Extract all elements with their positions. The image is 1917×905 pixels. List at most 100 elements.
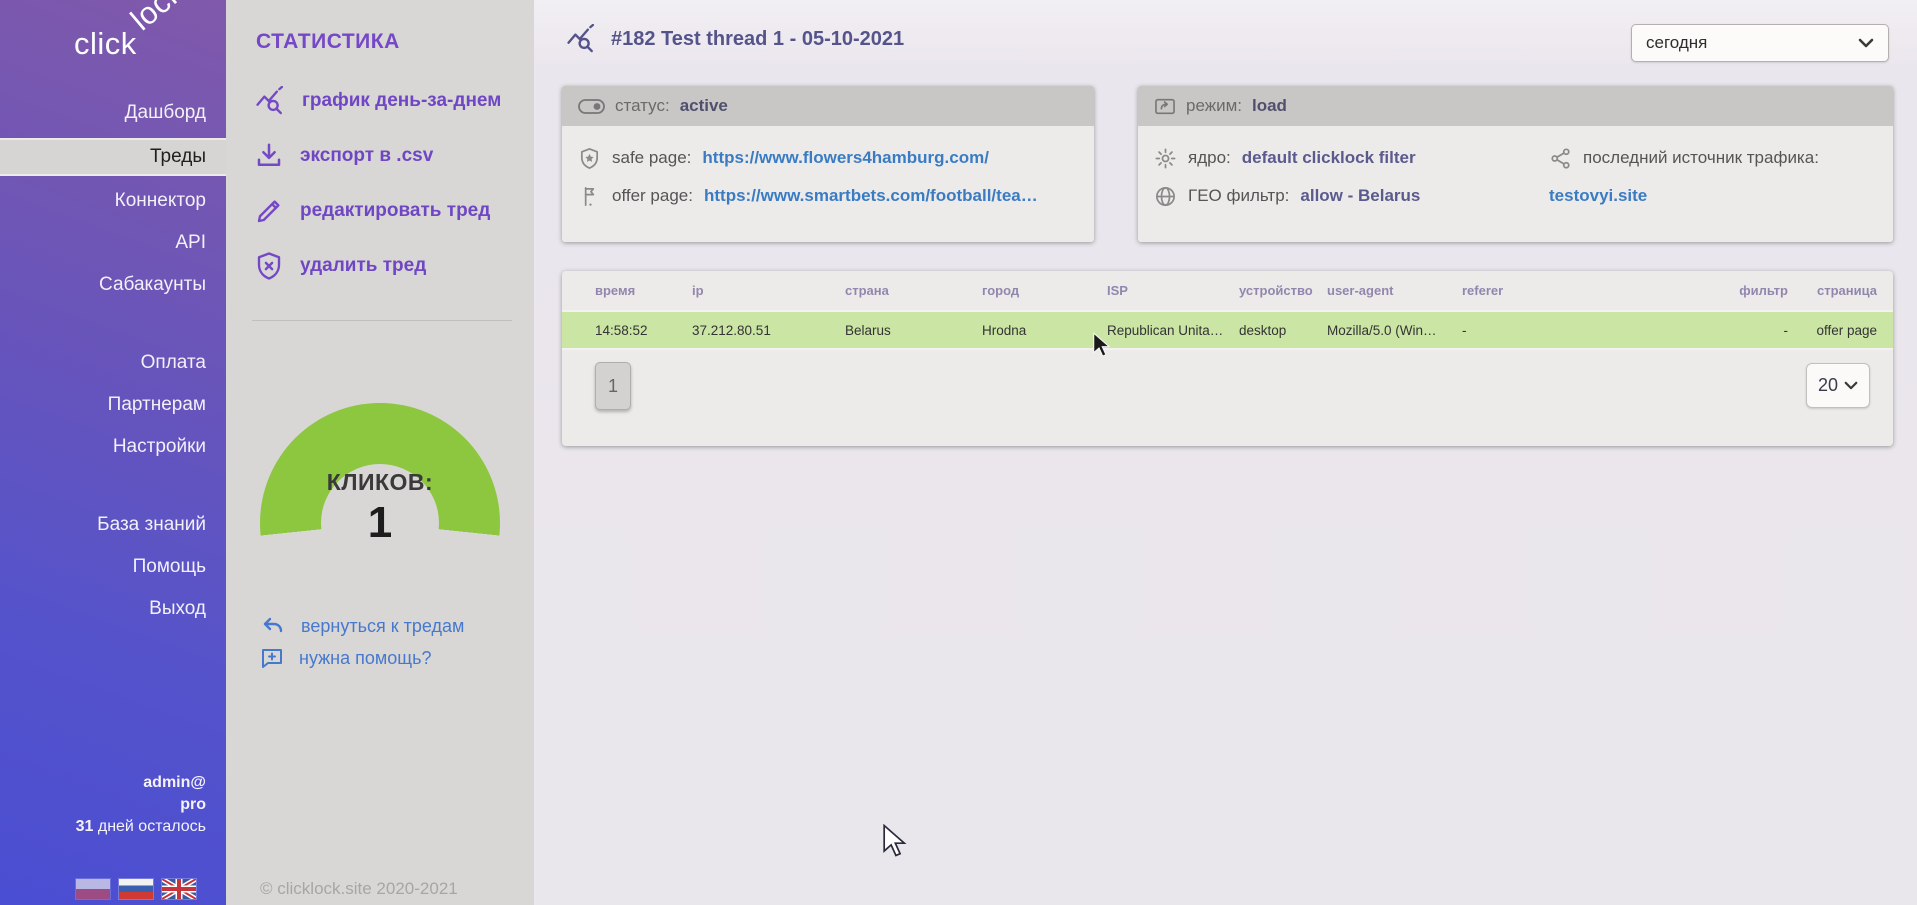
sidebar-item-subaccounts[interactable]: Сабакаунты: [0, 268, 226, 302]
menu-item-export-csv[interactable]: экспорт в .csv: [254, 139, 534, 173]
status-panel-header: статус: active: [562, 86, 1094, 126]
logo-part-click: click: [74, 26, 137, 62]
column-header-country: страна: [845, 271, 982, 311]
column-header-referer: referer: [1462, 271, 1704, 311]
sidebar-item-threads[interactable]: Треды: [0, 138, 226, 176]
mode-value: load: [1252, 96, 1287, 116]
sidebar-item-api[interactable]: API: [0, 226, 226, 260]
gauge-label: КЛИКОВ:: [260, 469, 500, 496]
core-row: ядро: default clicklock filter: [1154, 139, 1549, 177]
sidebar-item-dashboard[interactable]: Дашборд: [0, 96, 226, 130]
cell-city: Hrodna: [982, 311, 1107, 349]
menu-item-label: экспорт в .csv: [300, 145, 433, 167]
chevron-down-icon: [1858, 38, 1874, 48]
sidebar-item-logout[interactable]: Выход: [0, 592, 226, 626]
period-select[interactable]: сегодня: [1631, 24, 1889, 62]
column-header-isp: ISP: [1107, 271, 1239, 311]
menu-item-day-by-day-chart[interactable]: график день-за-днем: [254, 84, 534, 118]
traffic-source-link[interactable]: testovyi.site: [1549, 186, 1647, 206]
main-content: #182 Test thread 1 - 05-10-2021 сегодня …: [534, 0, 1917, 905]
statistics-menu: график день-за-днем экспорт в .csv редак…: [226, 84, 534, 283]
statistics-sidebar: СТАТИСТИКА график день-за-днем экспорт в…: [226, 0, 534, 905]
table-row[interactable]: 14:58:52 37.212.80.51 Belarus Hrodna Rep…: [562, 311, 1893, 349]
status-panel-body: safe page: https://www.flowers4hamburg.c…: [562, 126, 1094, 215]
statistics-title: СТАТИСТИКА: [256, 30, 534, 54]
status-panel: статус: active safe page: https://www.fl…: [562, 86, 1094, 242]
flag-poland-icon[interactable]: [76, 879, 110, 899]
gear-icon: [1154, 147, 1177, 170]
cell-filter: -: [1704, 311, 1804, 349]
column-header-time: время: [562, 271, 692, 311]
safe-page-link[interactable]: https://www.flowers4hamburg.com/: [702, 148, 989, 168]
sidebar-item-help[interactable]: Помощь: [0, 550, 226, 584]
copyright-footer: © clicklock.site 2020-2021: [260, 879, 458, 899]
page-size-select[interactable]: 20: [1806, 363, 1870, 408]
sidebar-item-settings[interactable]: Настройки: [0, 430, 226, 464]
clicklock-logo[interactable]: click lock: [0, 0, 226, 82]
flag-uk-icon[interactable]: [162, 879, 196, 899]
mode-column-right: последний источник трафика: testovyi.sit…: [1549, 139, 1877, 215]
sidebar-item-partners[interactable]: Партнерам: [0, 388, 226, 422]
chevron-down-icon: [1844, 381, 1858, 390]
safe-page-label: safe page:: [612, 148, 691, 168]
clicks-gauge: КЛИКОВ: 1: [260, 403, 500, 643]
shield-star-icon: [578, 147, 601, 170]
menu-item-edit-thread[interactable]: редактировать тред: [254, 194, 534, 228]
divider: [252, 320, 512, 321]
geo-filter-row: ГЕО фильтр: allow - Belarus: [1154, 177, 1549, 215]
sidebar: click lock Дашборд Треды Коннектор API С…: [0, 0, 226, 905]
share-icon: [1549, 147, 1572, 170]
table-footer: 1 20: [562, 350, 1893, 445]
pencil-icon: [254, 196, 284, 226]
column-header-city: город: [982, 271, 1107, 311]
menu-item-label: график день-за-днем: [302, 90, 501, 112]
account-email: admin@: [76, 772, 206, 794]
gauge-text: КЛИКОВ: 1: [260, 469, 500, 548]
menu-item-delete-thread[interactable]: удалить тред: [254, 249, 534, 283]
mode-panel-body: ядро: default clicklock filter ГЕО фильт…: [1138, 126, 1893, 215]
offer-page-link[interactable]: https://www.smartbets.com/football/tea…: [704, 186, 1038, 206]
cell-referer: -: [1462, 311, 1704, 349]
language-switcher: [76, 879, 196, 899]
gauge-value: 1: [260, 498, 500, 548]
clicks-table-panel: время ip страна город ISP устройство use…: [562, 271, 1893, 446]
add-comment-icon: [260, 646, 284, 670]
cell-isp: Republican Unita…: [1107, 311, 1239, 349]
need-help-link[interactable]: нужна помощь?: [260, 643, 534, 673]
menu-item-label: редактировать тред: [300, 200, 490, 222]
page-header: #182 Test thread 1 - 05-10-2021: [564, 24, 904, 54]
offer-page-label: offer page:: [612, 186, 693, 206]
account-days-left: 31 дней осталось: [76, 816, 206, 838]
menu-item-label: удалить тред: [300, 255, 426, 277]
download-icon: [254, 141, 284, 171]
link-label: нужна помощь?: [299, 648, 431, 669]
box-arrow-icon: [1154, 97, 1176, 116]
undo-arrow-icon: [260, 614, 286, 638]
flag-milestone-icon: [578, 185, 601, 208]
geo-filter-value: allow - Belarus: [1300, 186, 1420, 206]
cell-ip: 37.212.80.51: [692, 311, 845, 349]
status-label: статус:: [615, 96, 670, 116]
cell-page: offer page: [1804, 311, 1893, 349]
offer-page-row: offer page: https://www.smartbets.com/fo…: [578, 177, 1078, 215]
mode-label: режим:: [1186, 96, 1242, 116]
clicks-table: время ip страна город ISP устройство use…: [562, 271, 1893, 350]
core-label: ядро:: [1188, 148, 1231, 168]
safe-page-row: safe page: https://www.flowers4hamburg.c…: [578, 139, 1078, 177]
column-header-page: страница: [1804, 271, 1893, 311]
globe-icon: [1154, 185, 1177, 208]
core-value: default clicklock filter: [1242, 148, 1416, 168]
toggle-on-icon: [578, 99, 605, 114]
sidebar-item-knowledge-base[interactable]: База знаний: [0, 508, 226, 542]
shield-x-icon: [254, 251, 284, 281]
page-title: #182 Test thread 1 - 05-10-2021: [611, 28, 904, 51]
sidebar-item-connector[interactable]: Коннектор: [0, 184, 226, 218]
status-value: active: [680, 96, 728, 116]
mode-panel-header: режим: load: [1138, 86, 1893, 126]
flag-russia-icon[interactable]: [119, 879, 153, 899]
page-1-button[interactable]: 1: [595, 362, 631, 410]
nav-gap: [0, 310, 226, 346]
mode-panel: режим: load ядро: default clicklock filt…: [1138, 86, 1893, 242]
period-select-value: сегодня: [1646, 33, 1858, 53]
sidebar-item-payment[interactable]: Оплата: [0, 346, 226, 380]
